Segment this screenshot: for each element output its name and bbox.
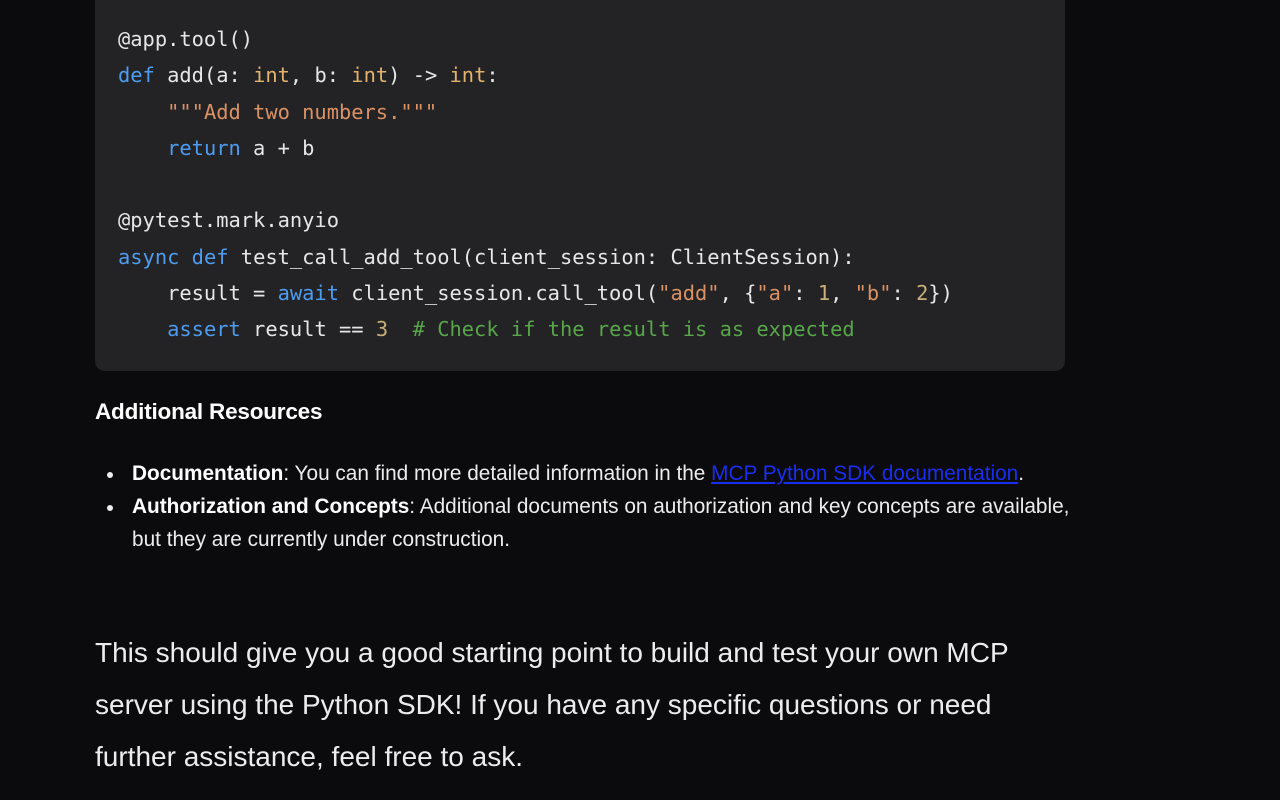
code-token: assert <box>167 317 241 342</box>
resources-list: Documentation: You can find more detaile… <box>95 457 1082 557</box>
code-line: @pytest.mark.anyio <box>118 202 1065 238</box>
code-line: result = await client_session.call_tool(… <box>118 275 1065 311</box>
list-item-documentation: Documentation: You can find more detaile… <box>107 457 1082 490</box>
item-label: Authorization and Concepts <box>132 495 410 519</box>
code-token: , { <box>719 281 757 306</box>
code-token: 1 <box>817 281 831 306</box>
chat-page: @app.tool() def add(a: int, b: int) -> i… <box>0 0 1280 800</box>
code-token: """Add two numbers.""" <box>167 99 438 124</box>
code-token: : <box>891 281 917 306</box>
code-token: result = <box>118 281 278 306</box>
code-token: : <box>486 63 499 88</box>
code-token: int <box>253 63 290 88</box>
code-token: 3 <box>375 317 389 342</box>
code-line: """Add two numbers.""" <box>118 94 1065 130</box>
code-line: return a + b <box>118 130 1065 166</box>
code-token: @app.tool() <box>118 27 254 51</box>
code-line: def add(a: int, b: int) -> int: <box>118 57 1065 93</box>
code-token: 2 <box>916 281 929 306</box>
code-token: async <box>118 244 180 269</box>
code-token: ) -> <box>388 63 450 88</box>
list-item-authorization: Authorization and Concepts: Additional d… <box>107 490 1082 556</box>
code-token: def <box>191 244 229 269</box>
closing-paragraph: This should give you a good starting poi… <box>95 637 1009 772</box>
code-token: "b" <box>854 281 892 306</box>
code-token: , b: <box>289 63 352 88</box>
code-line: @app.tool() <box>118 21 1065 57</box>
item-text: : You can find more detailed information… <box>283 462 712 485</box>
code-line: assert result == 3 # Check if the result… <box>118 311 1065 347</box>
code-token: client_session.call_tool( <box>338 281 659 306</box>
resources-heading: Additional Resources <box>95 399 323 424</box>
code-token: : <box>793 281 818 306</box>
code-token: int <box>449 63 487 88</box>
code-token: def <box>118 63 155 88</box>
code-line: async def test_call_add_tool(client_sess… <box>118 239 1065 275</box>
code-token: # Check if the result is as expected <box>412 317 855 342</box>
code-token: int <box>351 63 389 88</box>
code-token: a + b <box>240 135 315 160</box>
code-token: await <box>277 281 339 306</box>
code-token: test_call_add_tool(client_session: Clien… <box>228 244 855 269</box>
code-token: return <box>167 135 241 160</box>
item-text: . <box>1018 462 1025 485</box>
code-token: }) <box>928 281 953 306</box>
code-token: , <box>830 281 855 306</box>
item-label: Documentation <box>132 462 284 485</box>
code-token: add(a: <box>154 63 254 88</box>
sdk-documentation-link[interactable]: MCP Python SDK documentation <box>711 462 1018 485</box>
code-token: "add" <box>658 281 720 306</box>
code-token: result == <box>240 317 376 342</box>
assistant-message: @app.tool() def add(a: int, b: int) -> i… <box>95 0 1069 772</box>
code-token: "a" <box>756 281 794 306</box>
code-token: @pytest.mark.anyio <box>118 208 339 233</box>
code-block[interactable]: @app.tool() def add(a: int, b: int) -> i… <box>95 0 1065 371</box>
